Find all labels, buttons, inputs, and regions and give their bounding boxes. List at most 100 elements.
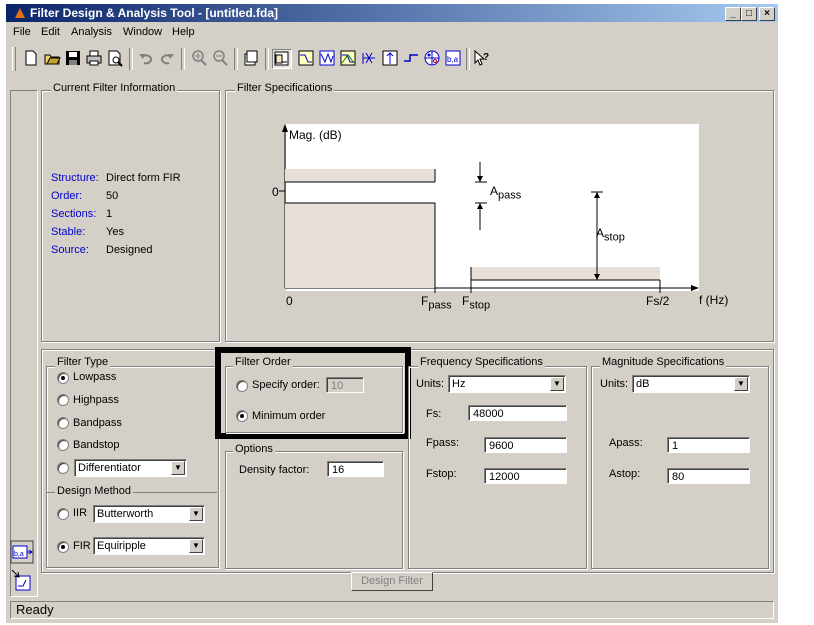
passband-region [285, 203, 435, 288]
specify-order-radio[interactable] [236, 380, 248, 392]
apass-label: Apass [490, 184, 521, 201]
fpass-input[interactable]: 9600 [484, 437, 567, 453]
minimum-order-radio[interactable] [236, 410, 248, 422]
other-filter-select[interactable]: Differentiator ▼ [74, 459, 187, 477]
toolbar-grip [12, 47, 16, 71]
iir-radio[interactable] [57, 508, 69, 520]
apass-arrowhead-top [477, 176, 483, 182]
fpass-field-label: Fpass: [426, 437, 460, 449]
zoom-out-icon[interactable] [211, 49, 229, 67]
print-icon[interactable] [85, 49, 103, 67]
fir-label: FIR [73, 540, 91, 552]
menu-file[interactable]: File [13, 26, 31, 38]
new-figure-icon[interactable] [242, 49, 260, 67]
close-button[interactable]: × [759, 7, 775, 21]
menu-bar: File Edit Analysis Window Help [6, 22, 778, 42]
chevron-down-icon: ▼ [734, 377, 748, 391]
fs-input[interactable]: 48000 [468, 405, 567, 421]
title-bar[interactable]: Filter Design & Analysis Tool - [untitle… [6, 4, 778, 22]
fir-method-select[interactable]: Equiripple ▼ [93, 537, 205, 555]
fir-radio[interactable] [57, 541, 69, 553]
group-delay-icon[interactable] [360, 49, 378, 67]
open-icon[interactable] [43, 49, 61, 67]
structure-value: Direct form FIR [106, 172, 181, 184]
filter-coefficients-icon[interactable]: b,a [444, 49, 462, 67]
bandstop-label: Bandstop [73, 439, 120, 451]
impulse-response-icon[interactable] [381, 49, 399, 67]
minimize-button[interactable]: _ [725, 7, 741, 21]
other-filter-radio[interactable] [57, 462, 69, 474]
x-axis-arrow [691, 285, 699, 291]
bandpass-radio[interactable] [57, 417, 69, 429]
highpass-label: Highpass [73, 394, 119, 406]
menu-analysis[interactable]: Analysis [71, 26, 112, 38]
minimum-order-label: Minimum order [252, 410, 326, 422]
svg-text:b,a: b,a [14, 551, 24, 558]
iir-method-value: Butterworth [97, 508, 154, 520]
lowpass-label: Lowpass [73, 371, 117, 383]
magnitude-specs-title: Magnitude Specifications [600, 356, 727, 368]
fs-label: Fs: [426, 408, 442, 420]
step-response-icon[interactable] [402, 49, 420, 67]
toolbar-separator [466, 48, 470, 70]
astop-input[interactable]: 80 [667, 468, 750, 484]
y-axis-arrow [282, 124, 288, 132]
menu-edit[interactable]: Edit [41, 26, 60, 38]
mag-units-select[interactable]: dB ▼ [632, 375, 750, 393]
matlab-app-icon [15, 8, 25, 18]
apass-sub: pass [498, 189, 522, 202]
filter-order-panel [225, 366, 403, 433]
fstop-input[interactable]: 12000 [484, 468, 567, 484]
print-preview-icon[interactable] [106, 49, 124, 67]
new-icon[interactable] [22, 49, 40, 67]
iir-method-select[interactable]: Butterworth ▼ [93, 505, 205, 523]
filter-specs-icon[interactable] [272, 49, 292, 69]
design-filter-button[interactable]: Design Filter [351, 572, 433, 591]
pole-zero-icon[interactable] [423, 49, 441, 67]
toolbar-separator [265, 48, 269, 70]
fstop-field-label: Fstop: [426, 468, 457, 480]
sections-value: 1 [106, 208, 113, 220]
order-input[interactable]: 10 [326, 377, 364, 393]
lowpass-radio[interactable] [57, 372, 69, 384]
bandstop-radio[interactable] [57, 439, 69, 451]
freq-units-select[interactable]: Hz ▼ [448, 375, 566, 393]
f-hz-label: f (Hz) [699, 293, 729, 307]
toolbar-separator [181, 48, 185, 70]
fs2-label: Fs/2 [646, 294, 670, 308]
order-value: 50 [106, 190, 119, 202]
fpass-label: Fpass [421, 294, 452, 311]
astop-label: Astop [596, 226, 625, 243]
chevron-down-icon: ▼ [171, 461, 185, 475]
frequency-specs-title: Frequency Specifications [418, 356, 545, 368]
specify-order-label: Specify order: [252, 379, 320, 391]
mag-units-label: Units: [600, 378, 629, 390]
density-factor-input[interactable]: 16 [327, 461, 384, 477]
current-filter-info-title: Current Filter Information [51, 82, 178, 94]
mag-phase-icon[interactable] [339, 49, 357, 67]
astop-sub: stop [604, 231, 625, 244]
filter-type-title: Filter Type [55, 356, 111, 368]
menu-help[interactable]: Help [172, 26, 195, 38]
chevron-down-icon: ▼ [189, 539, 203, 553]
redo-icon[interactable] [158, 49, 176, 67]
undo-icon[interactable] [137, 49, 155, 67]
source-label: Source: [51, 244, 89, 256]
magnitude-response-icon[interactable] [297, 49, 315, 67]
order-label: Order: [51, 190, 83, 202]
filter-specs-title: Filter Specifications [235, 82, 335, 94]
menu-window[interactable]: Window [123, 26, 162, 38]
import-filter-icon[interactable] [10, 568, 34, 594]
apass-input[interactable]: 1 [667, 437, 750, 453]
astop-field-label: Astop: [609, 468, 641, 480]
whats-this-icon[interactable]: ? [472, 49, 490, 67]
zoom-in-icon[interactable] [190, 49, 208, 67]
density-factor-label: Density factor: [239, 464, 310, 476]
highpass-radio[interactable] [57, 394, 69, 406]
save-icon[interactable] [64, 49, 82, 67]
phase-response-icon[interactable] [318, 49, 336, 67]
stopband-region [471, 267, 660, 280]
freq-units-value: Hz [452, 378, 466, 390]
filter-designer-mode-icon[interactable]: b,a [10, 540, 34, 564]
maximize-button[interactable]: □ [741, 7, 757, 21]
